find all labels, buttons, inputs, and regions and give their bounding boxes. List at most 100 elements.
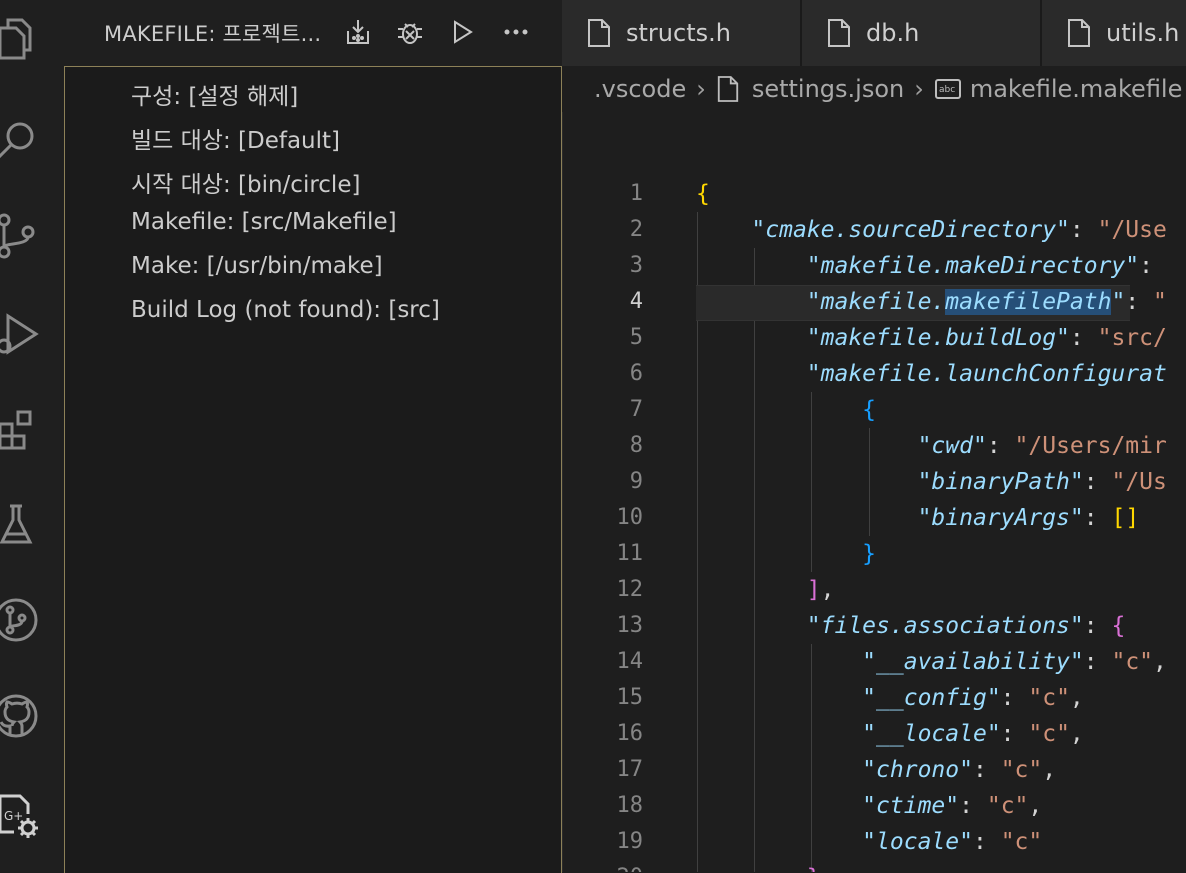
side-panel-title: MAKEFILE: 프로젝트... xyxy=(104,22,322,46)
code-text: "cwd": "/Users/mir xyxy=(696,428,1167,464)
build-log-item[interactable]: Build Log (not found): [src] xyxy=(131,297,440,323)
code-line[interactable]: 18 "ctime": "c", xyxy=(563,788,1186,824)
line-number: 5 xyxy=(629,325,643,350)
code-line[interactable]: 1{ xyxy=(563,176,1186,212)
code-line[interactable]: 15 "__config": "c", xyxy=(563,680,1186,716)
code-line[interactable]: 8 "cwd": "/Users/mir xyxy=(563,428,1186,464)
debug-icon[interactable] xyxy=(392,14,428,50)
code-token: __availability xyxy=(876,649,1070,675)
code-token: : xyxy=(972,829,1001,855)
code-line[interactable]: 6 "makefile.launchConfigurat xyxy=(563,356,1186,392)
code-line[interactable]: 2 "cmake.sourceDirectory": "/Use xyxy=(563,212,1186,248)
line-number: 19 xyxy=(616,829,644,854)
code-line[interactable]: 5 "makefile.buildLog": "src/ xyxy=(563,320,1186,356)
code-token: makefile. xyxy=(820,289,946,315)
code-token: "c" xyxy=(1111,649,1154,675)
search-icon[interactable] xyxy=(0,106,64,170)
code-token: : xyxy=(1069,217,1098,243)
makefile-tools-icon[interactable]: G+ xyxy=(0,782,64,846)
github-icon[interactable] xyxy=(0,684,64,748)
configuration-item[interactable]: 구성: [설정 해제] xyxy=(131,77,298,111)
code-token: : xyxy=(986,433,1015,459)
code-token: { xyxy=(696,181,710,207)
extensions-icon[interactable] xyxy=(0,398,64,462)
code-line[interactable]: 20 } xyxy=(563,860,1186,872)
code-token: __locale xyxy=(876,721,987,747)
code-token: [] xyxy=(1111,505,1140,531)
breadcrumb-item[interactable]: abc makefile.makefile xyxy=(934,75,1182,103)
tab-utils-h[interactable]: utils.h xyxy=(1042,0,1186,66)
code-line[interactable]: 19 "locale": "c" xyxy=(563,824,1186,860)
line-number: 3 xyxy=(629,253,643,278)
code-text: "__config": "c", xyxy=(696,680,1084,716)
code-token: : xyxy=(1139,253,1153,279)
launch-target-item[interactable]: 시작 대상: [bin/circle] xyxy=(131,165,360,199)
code-editor[interactable]: 1{2 "cmake.sourceDirectory": "/Use 3 "mak… xyxy=(562,112,1186,872)
code-token: " xyxy=(917,433,932,459)
make-path-item[interactable]: Make: [/usr/bin/make] xyxy=(131,253,383,279)
code-token: cmake.sourceDirectory xyxy=(765,217,1057,243)
makefile-path-item[interactable]: Makefile: [src/Makefile] xyxy=(131,209,397,235)
git-graph-icon[interactable] xyxy=(0,588,64,652)
code-token: " xyxy=(959,757,973,783)
code-token: : xyxy=(959,793,987,819)
tab-structs-h[interactable]: structs.h xyxy=(562,0,802,66)
source-control-icon[interactable] xyxy=(0,204,64,268)
code-text: "chrono": "c", xyxy=(696,752,1056,788)
line-number: 13 xyxy=(616,613,644,638)
code-token: " xyxy=(1153,289,1167,315)
code-token: makefilePath xyxy=(945,289,1112,315)
code-token: " xyxy=(1111,289,1126,315)
code-token: ] xyxy=(806,577,821,603)
code-line[interactable]: 11 } xyxy=(563,536,1186,572)
line-number: 16 xyxy=(616,721,644,746)
line-number: 14 xyxy=(616,649,644,674)
code-token: " xyxy=(959,829,973,855)
run-debug-icon[interactable] xyxy=(0,300,64,364)
code-token: " xyxy=(986,721,1001,747)
code-line[interactable]: 4 "makefile.makefilePath": " xyxy=(563,284,1186,321)
code-line[interactable]: 12 ], xyxy=(563,572,1186,608)
string-symbol-icon: abc xyxy=(934,79,961,99)
code-text: "files.associations": { xyxy=(696,608,1126,644)
more-icon[interactable] xyxy=(498,14,534,50)
code-token: , xyxy=(1042,757,1057,783)
code-line[interactable]: 14 "__availability": "c", xyxy=(563,644,1186,680)
code-text: "__locale": "c", xyxy=(696,716,1084,752)
code-line[interactable]: 17 "chrono": "c", xyxy=(563,752,1186,788)
breadcrumb-item[interactable]: .vscode xyxy=(594,75,686,103)
breadcrumb-item[interactable]: settings.json xyxy=(716,75,904,103)
code-token: " xyxy=(862,829,877,855)
code-token: : xyxy=(1083,613,1112,639)
line-number: 10 xyxy=(616,505,644,530)
makefile-config-panel: 구성: [설정 해제] 빌드 대상: [Default] 시작 대상: [bin… xyxy=(64,66,562,873)
line-number: 11 xyxy=(616,541,644,566)
code-token: " xyxy=(1069,469,1084,495)
explorer-icon[interactable] xyxy=(0,8,64,72)
build-icon[interactable] xyxy=(340,14,376,50)
tab-db-h[interactable]: db.h xyxy=(802,0,1042,66)
code-line[interactable]: 13 "files.associations": { xyxy=(563,608,1186,644)
testing-icon[interactable] xyxy=(0,492,64,556)
code-line[interactable]: 10 "binaryArgs": [] xyxy=(563,500,1186,536)
code-token: __config xyxy=(876,685,987,711)
code-text: } xyxy=(696,536,876,572)
code-line[interactable]: 9 "binaryPath": "/Us xyxy=(563,464,1186,500)
code-token: "/Us xyxy=(1111,469,1167,495)
code-line[interactable]: 3 "makefile.makeDirectory": xyxy=(563,248,1186,284)
code-line[interactable]: 16 "__locale": "c", xyxy=(563,716,1186,752)
code-token: " xyxy=(917,505,932,531)
build-target-item[interactable]: 빌드 대상: [Default] xyxy=(131,121,340,155)
code-token: " xyxy=(806,613,821,639)
run-icon[interactable] xyxy=(444,14,480,50)
code-line[interactable]: 7 { xyxy=(563,392,1186,428)
code-token: , xyxy=(1069,721,1084,747)
svg-text:G+: G+ xyxy=(4,809,23,823)
code-token: "/Users/mir xyxy=(1014,433,1167,459)
code-text: "ctime": "c", xyxy=(696,788,1042,824)
